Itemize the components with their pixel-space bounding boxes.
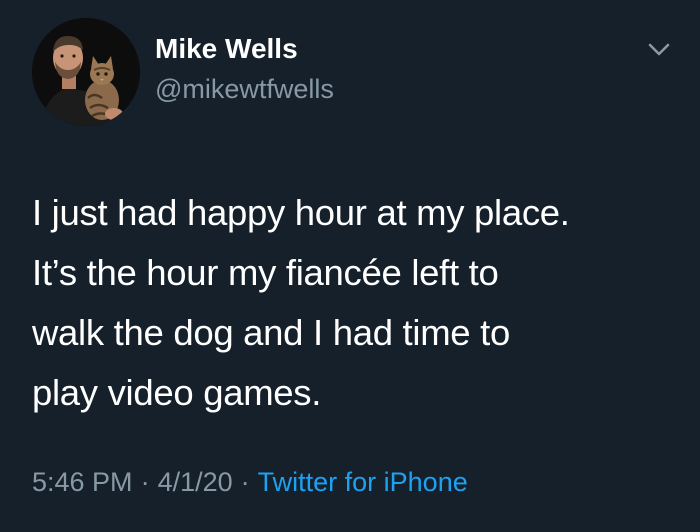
- tweet-date[interactable]: 4/1/20: [158, 467, 233, 497]
- chevron-down-icon[interactable]: [643, 38, 675, 62]
- tweet-meta: 5:46 PM · 4/1/20 · Twitter for iPhone: [32, 467, 468, 498]
- author-handle[interactable]: @mikewtfwells: [155, 74, 334, 105]
- tweet-text-line: It’s the hour my fiancée left to: [32, 252, 499, 293]
- tweet-text: I just had happy hour at my place. It’s …: [32, 183, 682, 423]
- tweet-text-line: walk the dog and I had time to: [32, 312, 510, 353]
- avatar-photo-icon: [32, 18, 140, 126]
- tweet-text-line: play video games.: [32, 372, 322, 413]
- tweet-source-link[interactable]: Twitter for iPhone: [258, 467, 468, 497]
- avatar[interactable]: [32, 18, 140, 126]
- meta-separator: ·: [140, 467, 150, 497]
- tweet-card: Mike Wells @mikewtfwells I just had happ…: [0, 0, 700, 532]
- author-display-name[interactable]: Mike Wells: [155, 33, 298, 65]
- meta-separator: ·: [240, 467, 250, 497]
- tweet-time: 5:46 PM: [32, 467, 133, 497]
- tweet-text-line: I just had happy hour at my place.: [32, 192, 570, 233]
